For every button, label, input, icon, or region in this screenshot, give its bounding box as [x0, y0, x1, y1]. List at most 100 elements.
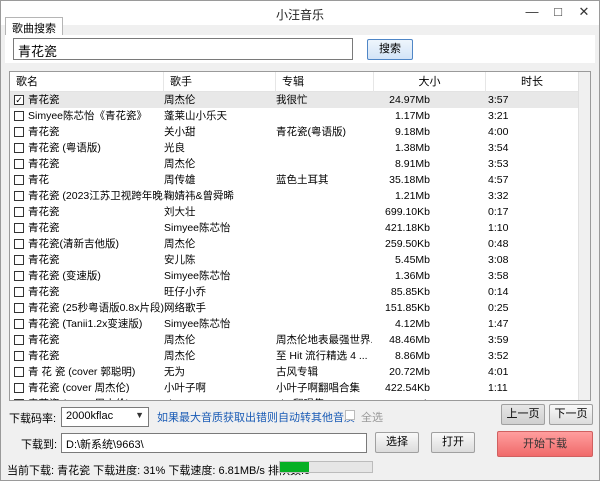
- table-row[interactable]: 青花瓷 Simyee陈芯怡 421.18Kb 1:10: [10, 220, 590, 236]
- column-header-album[interactable]: 专辑: [276, 72, 374, 92]
- start-download-button[interactable]: 开始下载: [497, 431, 593, 457]
- song-duration: 4:01: [488, 366, 509, 378]
- file-size: 1.17Mb: [394, 110, 430, 122]
- file-size: 259.50Kb: [385, 238, 430, 250]
- song-name: 青花瓷 (25秒粤语版0.8x片段): [28, 302, 164, 314]
- file-size: 1.38Mb: [394, 142, 430, 154]
- song-duration: 3:32: [488, 190, 509, 202]
- table-rows: ✓ 青花瓷 周杰伦 我很忙 24.97Mb 3:57 Simyee陈芯怡《青花瓷》 蓬莱山小乐…: [10, 92, 590, 400]
- row-checkbox[interactable]: [14, 399, 24, 400]
- row-checkbox[interactable]: [14, 143, 24, 153]
- quality-hint-link[interactable]: 如果最大音质获取出错则自动转其他音质: [157, 409, 355, 425]
- song-duration: 3:57: [488, 94, 509, 106]
- singer-name: 周杰伦: [164, 238, 196, 250]
- row-checkbox[interactable]: [14, 175, 24, 185]
- table-row[interactable]: 青花瓷 (粤语版) 光良 1.38Mb 3:54: [10, 140, 590, 156]
- table-row[interactable]: 青花瓷 (25秒粤语版0.8x片段) 网络歌手 151.85Kb 0:25: [10, 300, 590, 316]
- column-header-duration[interactable]: 时长: [486, 72, 578, 92]
- album-name: 蓝色土耳其: [276, 174, 329, 186]
- row-checkbox[interactable]: [14, 191, 24, 201]
- file-size: 8.91Mb: [394, 158, 430, 170]
- file-size: 151.85Kb: [385, 302, 430, 314]
- table-row[interactable]: 青花瓷 周杰伦 周杰伦地表最强世界... 48.46Mb 3:59: [10, 332, 590, 348]
- row-checkbox[interactable]: [14, 127, 24, 137]
- download-path-input[interactable]: D:\新系统\9663\: [61, 433, 367, 453]
- prev-page-button[interactable]: 上一页: [501, 404, 545, 425]
- tab-song-search[interactable]: 歌曲搜索: [5, 17, 63, 35]
- singer-name: 安儿陈: [164, 254, 196, 266]
- album-name: [276, 188, 372, 204]
- row-checkbox[interactable]: [14, 223, 24, 233]
- singer-name: 周杰伦: [164, 158, 196, 170]
- next-page-button[interactable]: 下一页: [549, 404, 593, 425]
- download-progress-bar: [279, 461, 373, 473]
- row-checkbox[interactable]: [14, 367, 24, 377]
- table-row[interactable]: 青花瓷 (Tanii1.2x变速版) Simyee陈芯怡 4.12Mb 1:47: [10, 316, 590, 332]
- song-duration: 1:10: [488, 222, 509, 234]
- song-name: Simyee陈芯怡《青花瓷》: [28, 110, 148, 122]
- choose-button[interactable]: 选择: [375, 432, 419, 453]
- table-header: 歌名 歌手 专辑 大小 时长: [10, 72, 590, 92]
- row-checkbox[interactable]: [14, 271, 24, 281]
- singer-name: 周杰伦: [164, 94, 196, 106]
- album-name: 周杰伦地表最强世界...: [276, 334, 372, 346]
- table-row[interactable]: 青花瓷 刘大壮 699.10Kb 0:17: [10, 204, 590, 220]
- table-row[interactable]: 青花瓷 周杰伦 8.91Mb 3:53: [10, 156, 590, 172]
- album-name: zhg翻唱集: [276, 396, 372, 400]
- song-name: 青花瓷 (2023江苏卫视跨年晚...: [28, 190, 164, 202]
- row-checkbox[interactable]: [14, 159, 24, 169]
- column-header-singer[interactable]: 歌手: [164, 72, 276, 92]
- row-checkbox[interactable]: [14, 335, 24, 345]
- table-row[interactable]: 青 花 瓷 (cover 郭聪明) 无为 古风专辑 20.72Mb 4:01: [10, 364, 590, 380]
- row-checkbox[interactable]: [14, 383, 24, 393]
- table-row[interactable]: ✓ 青花瓷 周杰伦 我很忙 24.97Mb 3:57: [10, 92, 590, 108]
- table-row[interactable]: 青花 周传雄 蓝色土耳其 35.18Mb 4:57: [10, 172, 590, 188]
- column-header-size[interactable]: 大小: [374, 72, 486, 92]
- album-name: [276, 284, 372, 300]
- file-size: 422.54Kb: [385, 382, 430, 394]
- search-panel: 青花瓷 搜索: [5, 35, 595, 63]
- song-duration: 3:58: [488, 270, 509, 282]
- table-row[interactable]: Simyee陈芯怡《青花瓷》 蓬莱山小乐天 1.17Mb 3:21: [10, 108, 590, 124]
- column-header-name[interactable]: 歌名: [10, 72, 164, 92]
- song-name: 青花瓷: [28, 286, 60, 298]
- row-checkbox[interactable]: ✓: [14, 95, 24, 105]
- singer-name: 旺仔小乔: [164, 286, 206, 298]
- song-name: 青花瓷 (cover 周杰伦): [28, 396, 164, 400]
- table-row[interactable]: 青花瓷 关小甜 青花瓷(粤语版) 9.18Mb 4:00: [10, 124, 590, 140]
- row-checkbox[interactable]: [14, 255, 24, 265]
- table-row[interactable]: 青花瓷 旺仔小乔 85.85Kb 0:14: [10, 284, 590, 300]
- table-row[interactable]: 青花瓷 (cover 周杰伦) 小叶子啊 小叶子啊翻唱合集 422.54Kb 1:11: [10, 380, 590, 396]
- table-row[interactable]: 青花瓷(清新吉他版) 周杰伦 259.50Kb 0:48: [10, 236, 590, 252]
- table-scrollbar[interactable]: [578, 72, 590, 400]
- search-input[interactable]: 青花瓷: [13, 38, 353, 60]
- row-checkbox[interactable]: [14, 207, 24, 217]
- quality-select[interactable]: 2000kflac ▼: [61, 407, 149, 427]
- search-button[interactable]: 搜索: [367, 39, 413, 60]
- file-size: 35.18Mb: [389, 174, 430, 186]
- tab-bar: 歌曲搜索: [1, 17, 599, 35]
- singer-name: 周传雄: [164, 174, 196, 186]
- song-duration: 0:25: [488, 302, 509, 314]
- table-row[interactable]: 青花瓷 (变速版) Simyee陈芯怡 1.36Mb 3:58: [10, 268, 590, 284]
- row-checkbox[interactable]: [14, 287, 24, 297]
- download-progress-fill: [280, 462, 309, 472]
- song-duration: 3:59: [488, 334, 509, 346]
- table-row[interactable]: 青花瓷 周杰伦 至 Hit 流行精选 4 ... 8.86Mb 3:52: [10, 348, 590, 364]
- table-row[interactable]: 青花瓷 (cover 周杰伦)zhgzhg翻唱集2.84Mb 1:14: [10, 396, 590, 400]
- row-checkbox[interactable]: [14, 319, 24, 329]
- row-checkbox[interactable]: [14, 239, 24, 249]
- row-checkbox[interactable]: [14, 351, 24, 361]
- download-path-label: 下载到:: [21, 439, 58, 451]
- select-all-checkbox[interactable]: [345, 410, 355, 420]
- open-button[interactable]: 打开: [431, 432, 475, 453]
- table-row[interactable]: 青花瓷 安儿陈 5.45Mb 3:08: [10, 252, 590, 268]
- singer-name: Simyee陈芯怡: [164, 318, 231, 330]
- song-name: 青花瓷: [28, 126, 60, 138]
- table-row[interactable]: 青花瓷 (2023江苏卫视跨年晚... 鞠婧祎&曾舜晞 1.21Mb 3:32: [10, 188, 590, 204]
- row-checkbox[interactable]: [14, 111, 24, 121]
- file-size: 421.18Kb: [385, 222, 430, 234]
- row-checkbox[interactable]: [14, 303, 24, 313]
- file-size: 48.46Mb: [389, 334, 430, 346]
- album-name: 小叶子啊翻唱合集: [276, 382, 360, 394]
